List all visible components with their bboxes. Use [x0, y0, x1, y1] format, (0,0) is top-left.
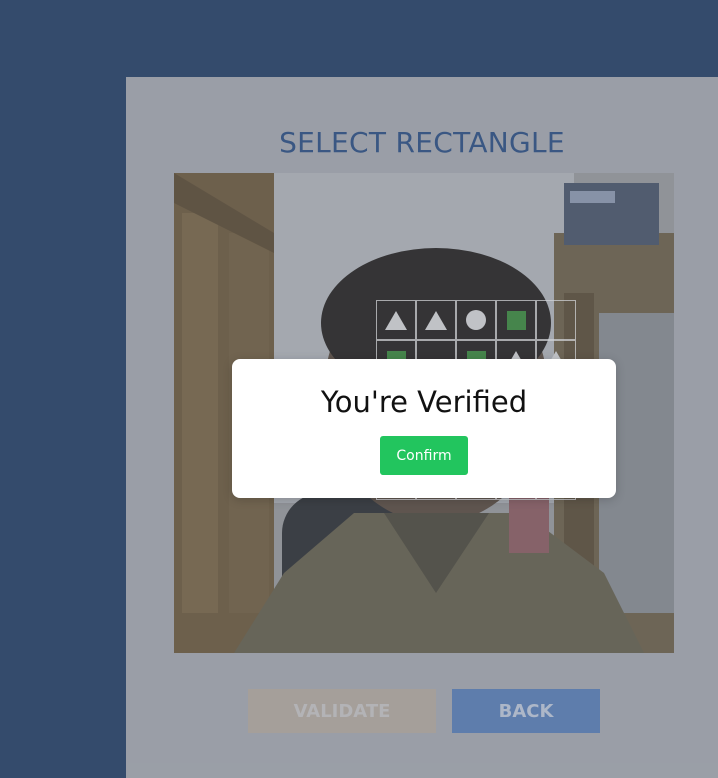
triangle-shape [385, 310, 407, 330]
square-shape [506, 310, 526, 330]
grid-cell[interactable] [496, 300, 536, 340]
page-title: SELECT RECTANGLE [279, 126, 565, 159]
grid-cell[interactable] [456, 300, 496, 340]
validate-button[interactable]: VALIDATE [248, 689, 436, 733]
confirm-button[interactable]: Confirm [380, 436, 468, 475]
back-button[interactable]: BACK [452, 689, 600, 733]
circle-shape [466, 310, 486, 330]
grid-cell[interactable] [376, 300, 416, 340]
verification-modal: You're Verified Confirm [232, 359, 616, 498]
grid-cell[interactable] [416, 300, 456, 340]
modal-title: You're Verified [320, 385, 528, 419]
grid-cell[interactable] [536, 300, 576, 340]
triangle-shape [425, 310, 447, 330]
